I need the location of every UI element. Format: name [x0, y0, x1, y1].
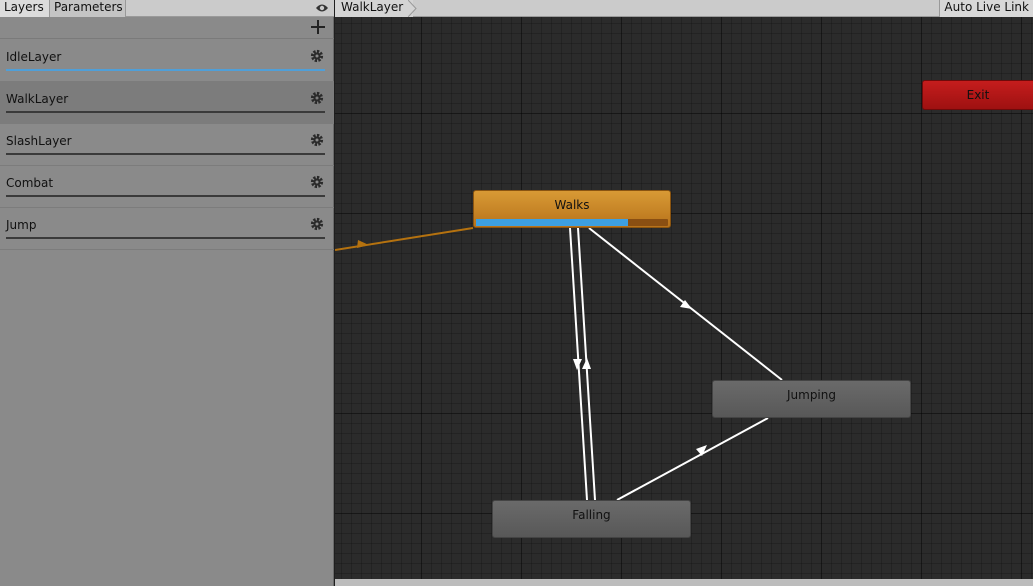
entry-transition[interactable] — [335, 227, 474, 251]
breadcrumb[interactable]: WalkLayer — [335, 0, 414, 17]
tab-parameters[interactable]: Parameters — [50, 0, 126, 17]
transition-arrow-icon — [582, 358, 591, 369]
layer-underline — [6, 195, 325, 197]
layer-underline — [6, 237, 325, 239]
layer-underline — [6, 153, 325, 155]
state-node-walks[interactable]: Walks — [473, 190, 671, 228]
layer-underline — [6, 111, 325, 113]
gear-icon[interactable] — [310, 133, 324, 147]
layer-item-idlelayer[interactable]: IdleLayer — [0, 40, 334, 82]
layer-label: WalkLayer — [6, 92, 69, 106]
eye-icon[interactable] — [315, 2, 329, 14]
add-layer-row — [0, 17, 334, 39]
transition-arrow-icon — [696, 445, 707, 456]
layer-label: IdleLayer — [6, 50, 62, 64]
layer-item-walklayer[interactable]: WalkLayer — [0, 82, 334, 124]
tab-layers[interactable]: Layers — [0, 0, 50, 17]
state-node-exit[interactable]: Exit — [922, 80, 1033, 110]
panel-tabs: Layers Parameters — [0, 0, 334, 17]
state-node-jumping[interactable]: Jumping — [712, 380, 911, 418]
gear-icon[interactable] — [310, 175, 324, 189]
transition-jumping-falling[interactable] — [616, 417, 769, 501]
state-label: Walks — [554, 198, 590, 212]
auto-live-link-button[interactable]: Auto Live Link — [939, 0, 1033, 17]
add-layer-button[interactable] — [310, 18, 326, 36]
layer-label: Combat — [6, 176, 54, 190]
state-progress-fill — [476, 219, 628, 226]
layer-label: Jump — [6, 218, 37, 232]
state-progress-bar — [476, 219, 668, 226]
plus-icon — [311, 20, 325, 34]
layer-item-jump[interactable]: Jump — [0, 208, 334, 250]
graph-scrollbar[interactable] — [335, 579, 1033, 586]
state-node-falling[interactable]: Falling — [492, 500, 691, 538]
layer-item-slashlayer[interactable]: SlashLayer — [0, 124, 334, 166]
gear-icon[interactable] — [310, 49, 324, 63]
graph-toolbar: WalkLayer Auto Live Link — [335, 0, 1033, 17]
state-label: Jumping — [786, 388, 836, 402]
layers-panel: Layers Parameters IdleLayer WalkLayer Sl… — [0, 0, 334, 586]
layer-label: SlashLayer — [6, 134, 72, 148]
state-label: Falling — [572, 508, 611, 522]
layer-underline — [6, 69, 325, 71]
state-label: Exit — [966, 88, 990, 102]
layer-item-combat[interactable]: Combat — [0, 166, 334, 208]
transition-arrow-icon — [573, 359, 582, 370]
gear-icon[interactable] — [310, 91, 324, 105]
breadcrumb-chevron-icon — [408, 0, 417, 17]
gear-icon[interactable] — [310, 217, 324, 231]
